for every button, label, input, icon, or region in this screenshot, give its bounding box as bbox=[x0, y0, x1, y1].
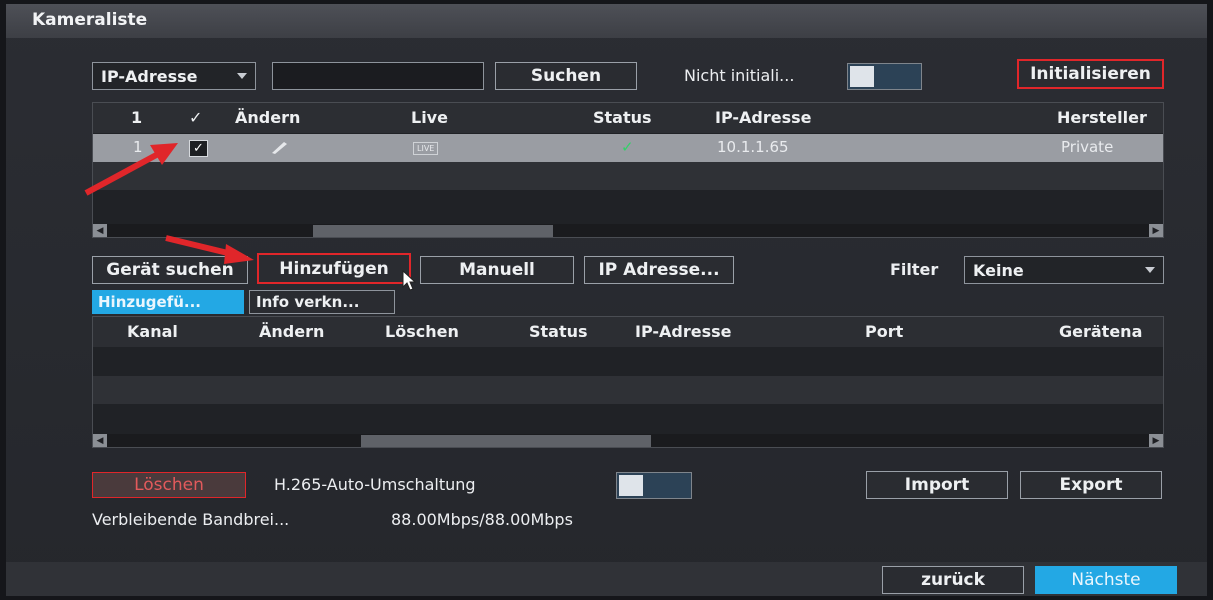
col-select-all[interactable]: ✓ bbox=[189, 108, 202, 127]
uninitialized-toggle[interactable] bbox=[847, 63, 922, 90]
bottom-bar bbox=[6, 562, 1207, 596]
scroll-left-icon[interactable]: ◀ bbox=[93, 434, 107, 447]
remaining-bandwidth-label: Verbleibende Bandbrei... bbox=[92, 510, 290, 529]
export-button[interactable]: Export bbox=[1020, 471, 1162, 499]
scroll-right-icon[interactable]: ▶ bbox=[1149, 434, 1163, 447]
table-row bbox=[93, 404, 1163, 432]
col-channel: Kanal bbox=[127, 322, 178, 341]
camera-list-window: Kameraliste IP-Adresse Suchen Nicht init… bbox=[6, 4, 1207, 596]
added-table-header: Kanal Ändern Löschen Status IP-Adresse P… bbox=[93, 317, 1163, 347]
toggle-knob bbox=[850, 66, 874, 87]
col-ip: IP-Adresse bbox=[635, 322, 732, 341]
horizontal-scrollbar[interactable]: ◀ ▶ bbox=[93, 434, 1163, 447]
col-live: Live bbox=[411, 108, 448, 127]
device-table-header: 1 ✓ Ändern Live Status IP-Adresse Herste… bbox=[93, 103, 1163, 133]
col-ip: IP-Adresse bbox=[715, 108, 812, 127]
scrollbar-thumb[interactable] bbox=[361, 435, 651, 447]
mouse-cursor-icon bbox=[402, 270, 417, 291]
red-arrow-icon bbox=[165, 235, 254, 264]
col-delete: Löschen bbox=[385, 322, 459, 341]
uninitialized-label: Nicht initiali... bbox=[684, 66, 795, 85]
chevron-down-icon bbox=[1145, 267, 1155, 273]
col-edit: Ändern bbox=[235, 108, 301, 127]
col-index: 1 bbox=[131, 108, 143, 127]
table-row bbox=[93, 348, 1163, 376]
scrollbar-thumb[interactable] bbox=[313, 225, 553, 237]
tab-link-info[interactable]: Info verkn... bbox=[249, 290, 395, 314]
manual-button[interactable]: Manuell bbox=[420, 256, 574, 284]
filter-select[interactable]: Keine bbox=[964, 256, 1164, 284]
delete-button[interactable]: Löschen bbox=[92, 472, 246, 498]
table-row bbox=[93, 190, 1163, 218]
red-arrow-icon bbox=[84, 143, 178, 196]
toggle-knob bbox=[619, 475, 643, 496]
col-status: Status bbox=[529, 322, 588, 341]
col-device-name: Gerätena bbox=[1059, 322, 1143, 341]
scroll-right-icon[interactable]: ▶ bbox=[1149, 224, 1163, 237]
remaining-bandwidth-value: 88.00Mbps/88.00Mbps bbox=[391, 510, 573, 529]
import-button[interactable]: Import bbox=[866, 471, 1008, 499]
row-manufacturer: Private bbox=[1061, 138, 1114, 156]
col-status: Status bbox=[593, 108, 652, 127]
search-type-select[interactable]: IP-Adresse bbox=[92, 62, 256, 90]
ip-address-button[interactable]: IP Adresse... bbox=[584, 256, 734, 284]
table-row bbox=[93, 376, 1163, 404]
table-row bbox=[93, 162, 1163, 190]
search-button[interactable]: Suchen bbox=[495, 62, 637, 90]
live-icon[interactable]: LIVE bbox=[413, 142, 439, 155]
filter-value: Keine bbox=[973, 260, 1024, 280]
h265-auto-switch-label: H.265-Auto-Umschaltung bbox=[274, 475, 476, 494]
row-checkbox[interactable]: ✓ bbox=[189, 140, 208, 157]
added-devices-table: Kanal Ändern Löschen Status IP-Adresse P… bbox=[92, 316, 1164, 448]
status-check-icon: ✓ bbox=[621, 138, 634, 156]
col-port: Port bbox=[865, 322, 904, 341]
initialize-button[interactable]: Initialisieren bbox=[1017, 59, 1164, 89]
filter-label: Filter bbox=[890, 260, 939, 279]
chevron-down-icon bbox=[237, 73, 247, 79]
add-button[interactable]: Hinzufügen bbox=[257, 253, 411, 284]
title-bar: Kameraliste bbox=[6, 4, 1207, 38]
h265-toggle[interactable] bbox=[616, 472, 692, 499]
next-button[interactable]: Nächste bbox=[1035, 566, 1177, 594]
col-manufacturer: Hersteller bbox=[1057, 108, 1147, 127]
col-edit: Ändern bbox=[259, 322, 325, 341]
table-row[interactable]: 1 ✓ LIVE ✓ 10.1.1.65 Private bbox=[93, 134, 1163, 162]
tab-added-devices[interactable]: Hinzugefü... bbox=[92, 290, 244, 314]
search-input[interactable] bbox=[272, 62, 484, 90]
window-title: Kameraliste bbox=[32, 10, 148, 30]
row-ip: 10.1.1.65 bbox=[717, 138, 789, 156]
search-type-value: IP-Adresse bbox=[101, 66, 198, 86]
scroll-left-icon[interactable]: ◀ bbox=[93, 224, 107, 237]
device-table: 1 ✓ Ändern Live Status IP-Adresse Herste… bbox=[92, 102, 1164, 238]
back-button[interactable]: zurück bbox=[882, 566, 1024, 594]
edit-icon[interactable] bbox=[269, 139, 289, 159]
